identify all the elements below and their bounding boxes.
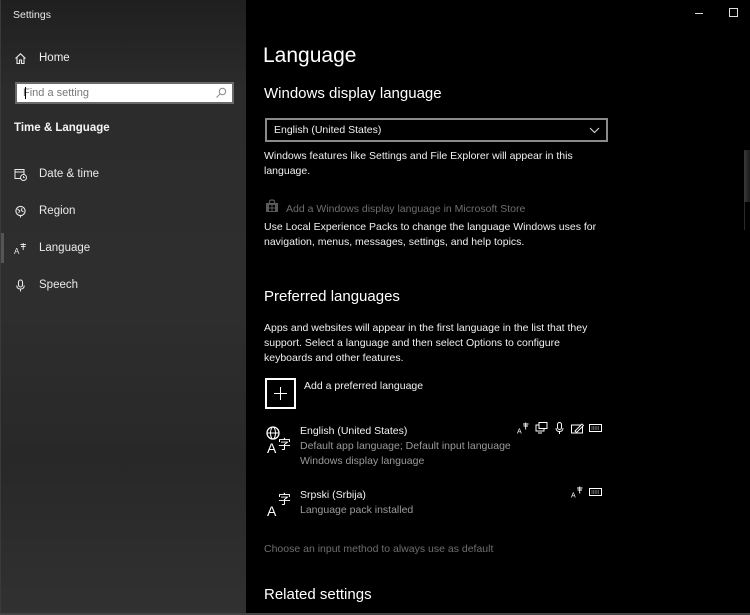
sidebar-item-label: Date & time (39, 168, 100, 180)
sidebar-item-label: Region (39, 205, 76, 217)
sidebar-item-speech[interactable]: Speech (14, 276, 244, 294)
language-features: A (571, 486, 602, 498)
nav-home-label: Home (39, 52, 70, 64)
keyboard-icon (589, 486, 602, 498)
language-glyph-icon: A 字 (265, 489, 295, 519)
speech-icon (553, 422, 566, 434)
display-language-icon (535, 422, 548, 434)
svg-text:A: A (14, 247, 20, 255)
language-pack-icon: A (517, 422, 530, 434)
display-language-selected: English (United States) (274, 124, 382, 136)
handwriting-icon (571, 422, 584, 434)
input-method-link[interactable]: Choose an input method to always use as … (264, 542, 609, 557)
svg-text:A: A (267, 440, 277, 455)
display-language-glyph-icon: A 字 (265, 425, 295, 456)
language-item-srpski[interactable]: A 字 Srpski (Srbija) Language pack instal… (265, 486, 605, 521)
calendar-clock-icon (14, 168, 27, 181)
language-pack-icon: A (571, 486, 584, 498)
svg-text:A: A (571, 493, 576, 499)
minimize-button[interactable] (694, 9, 706, 19)
store-link[interactable]: Add a Windows display language in Micros… (265, 199, 525, 218)
display-language-dropdown[interactable]: English (United States) (265, 118, 608, 142)
add-preferred-language-button[interactable]: Add a preferred language (265, 378, 423, 409)
svg-text:字: 字 (278, 438, 291, 453)
display-language-description: Windows features like Settings and File … (264, 150, 573, 177)
nav-home[interactable]: Home (14, 49, 70, 67)
search-icon[interactable] (215, 86, 227, 104)
lxp-description: Use Local Experience Packs to change the… (264, 221, 597, 248)
app-title: Settings (13, 9, 51, 21)
sidebar-item-label: Language (39, 242, 91, 254)
svg-text:字: 字 (278, 493, 291, 508)
keyboard-icon (589, 422, 602, 434)
preferred-languages-description: Apps and websites will appear in the fir… (264, 322, 588, 364)
sidebar-item-label: Speech (39, 279, 79, 291)
globe-icon (14, 205, 27, 218)
language-detail: Windows display language (300, 455, 425, 467)
text-caret (25, 87, 26, 99)
svg-text:A: A (267, 503, 277, 519)
search-input[interactable] (17, 87, 207, 99)
page-title: Language (263, 44, 357, 67)
sidebar-item-language[interactable]: A Language (1, 233, 244, 263)
scrollbar-thumb[interactable] (744, 150, 750, 202)
svg-text:A: A (517, 429, 522, 435)
add-preferred-language-label: Add a preferred language (304, 380, 424, 392)
language-name: Srpski (Srbija) (300, 489, 366, 501)
language-item-english[interactable]: A 字 English (United States) Default app … (265, 422, 605, 471)
display-language-heading: Windows display language (264, 85, 442, 102)
related-settings-heading: Related settings (264, 586, 372, 603)
language-name: English (United States) (300, 425, 408, 437)
sidebar: Settings Home Time & Language Date & tim… (0, 0, 246, 615)
preferred-languages-heading: Preferred languages (264, 288, 400, 305)
store-bag-icon (265, 199, 279, 218)
language-icon: A (14, 242, 27, 255)
search-box[interactable] (15, 82, 234, 104)
store-link-label: Add a Windows display language in Micros… (286, 202, 526, 215)
language-detail: Default app language; Default input lang… (300, 440, 511, 452)
sidebar-item-region[interactable]: Region (14, 202, 244, 220)
microphone-icon (14, 278, 27, 292)
sidebar-item-date-time[interactable]: Date & time (14, 165, 244, 183)
chevron-down-icon (589, 121, 600, 139)
language-features: A (517, 422, 602, 434)
maximize-button[interactable] (729, 8, 738, 17)
plus-icon (265, 378, 296, 409)
home-icon (14, 52, 27, 65)
language-detail: Language pack installed (300, 504, 414, 516)
section-title: Time & Language (14, 122, 110, 134)
